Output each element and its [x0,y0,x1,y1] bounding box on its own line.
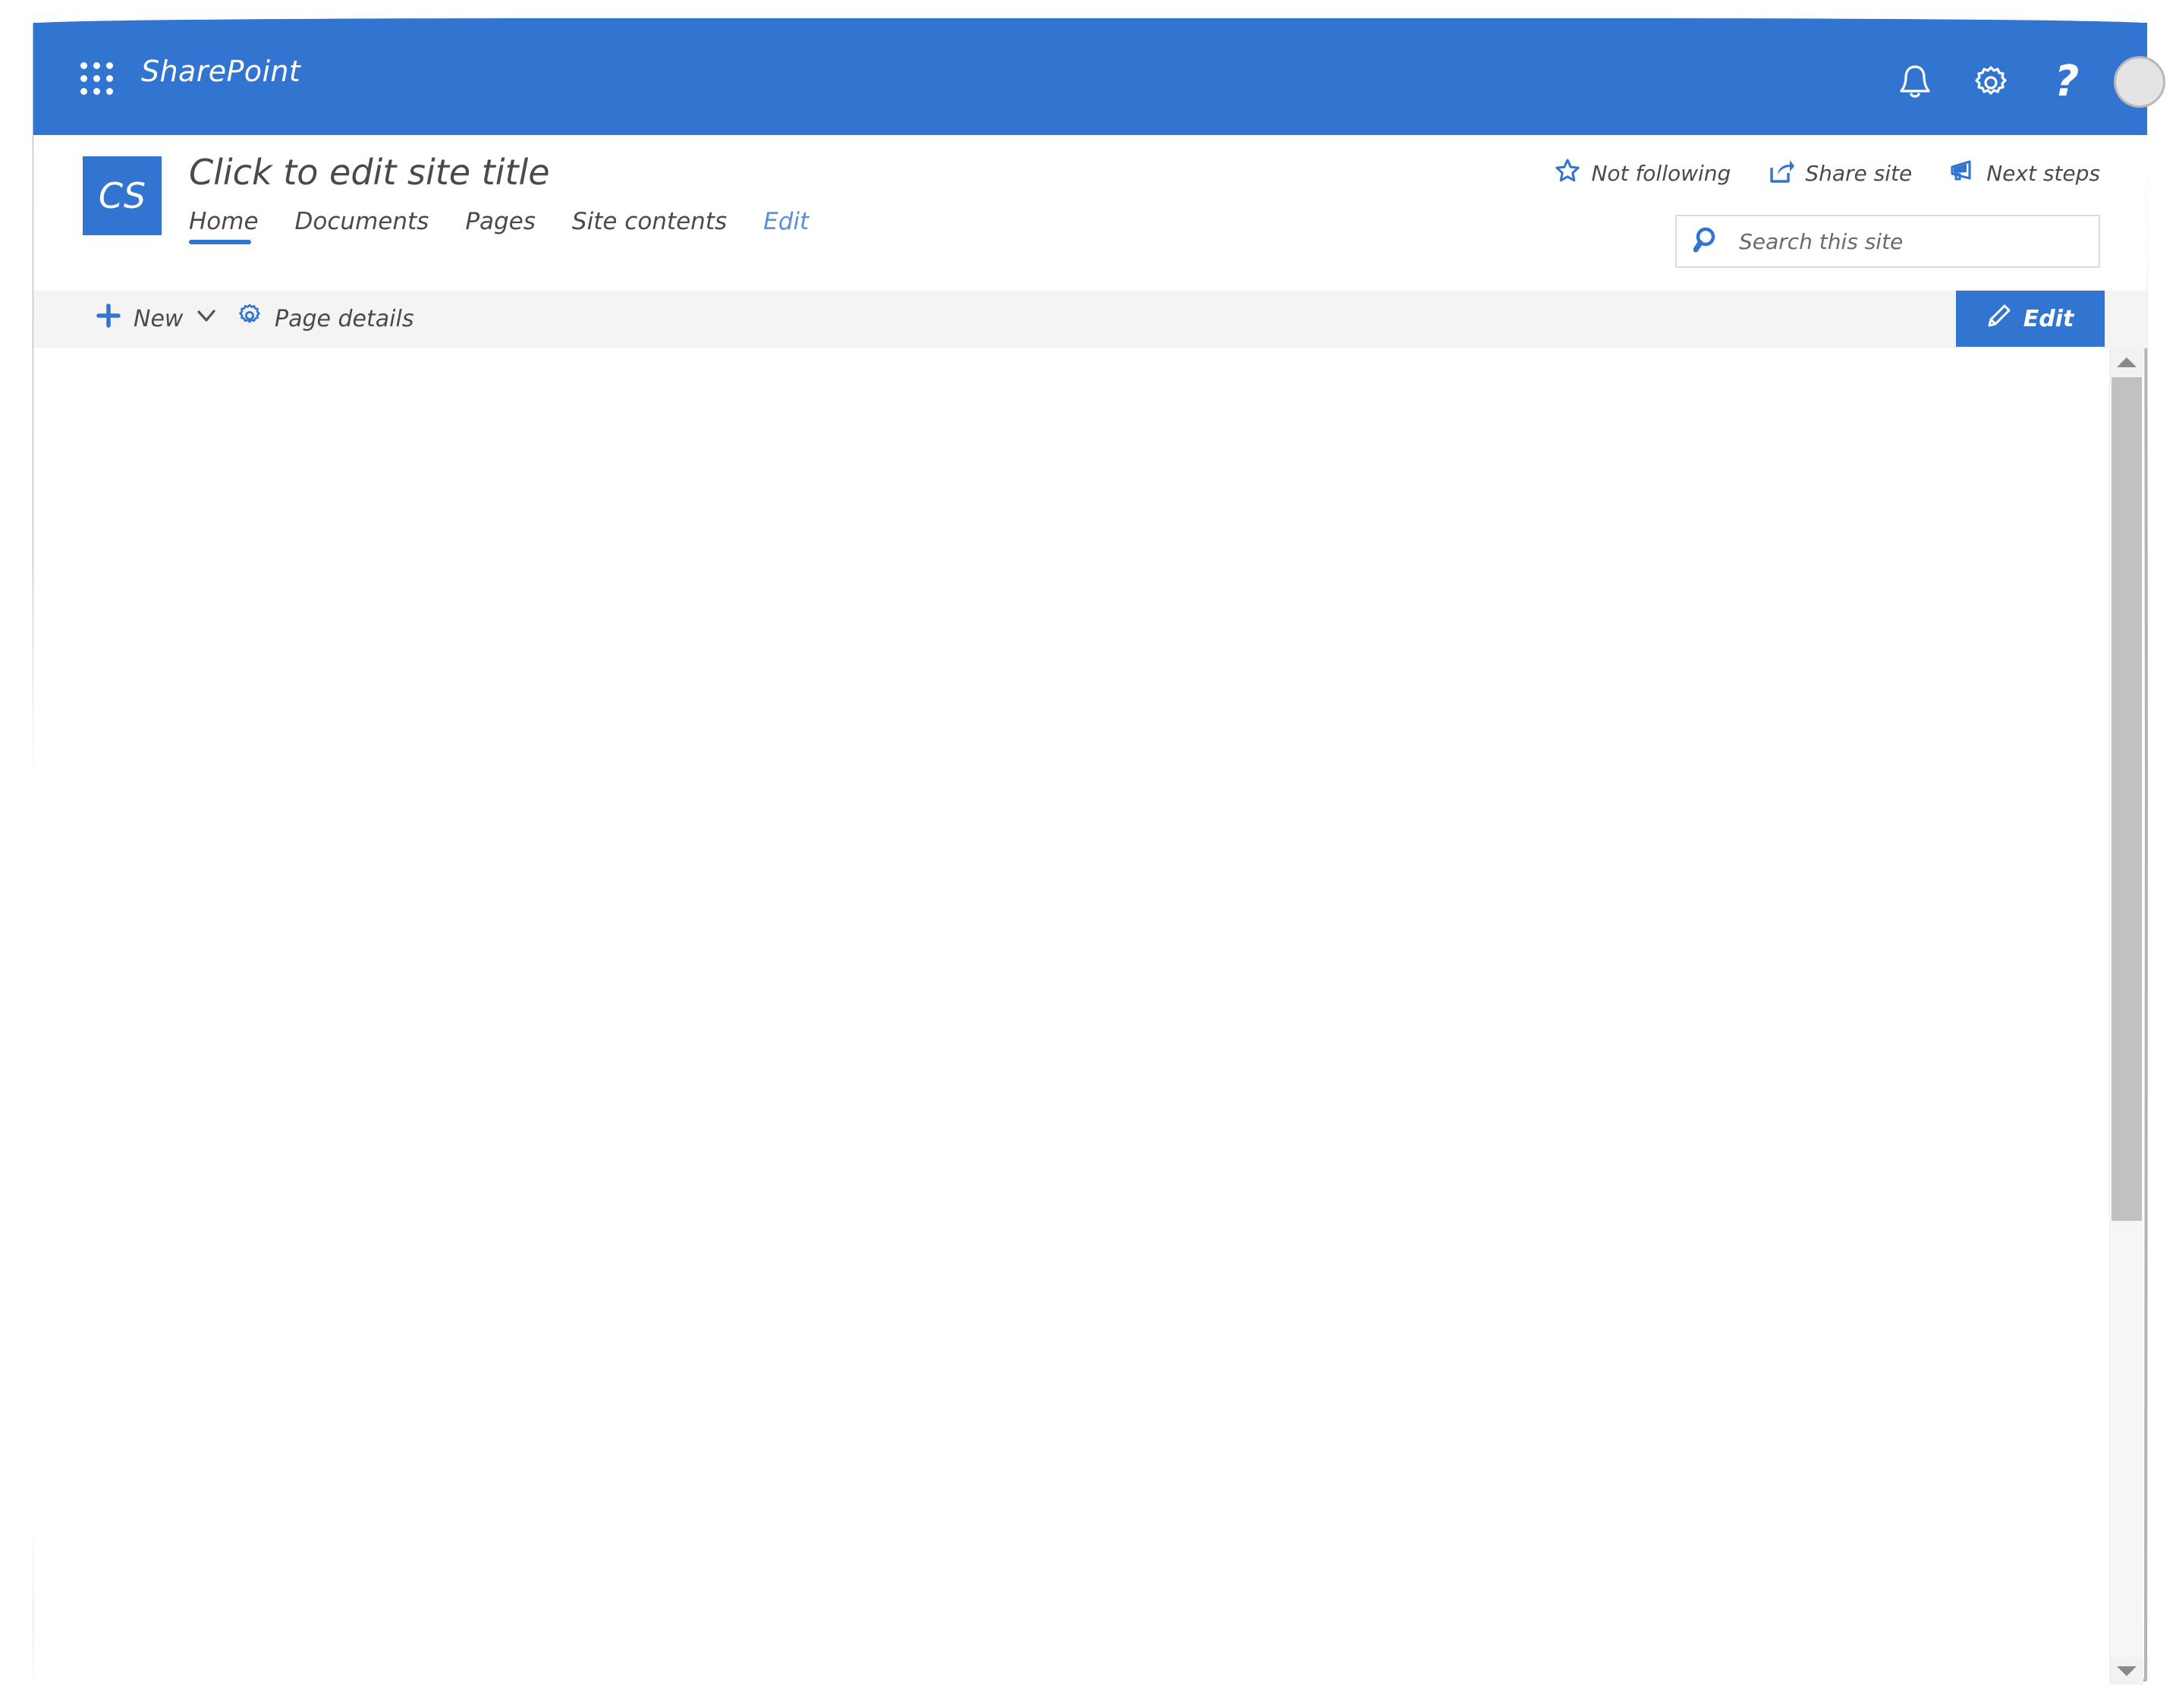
user-avatar[interactable] [2114,56,2165,108]
share-site-button[interactable]: Share site [1769,158,1912,189]
star-icon [1555,158,1580,189]
share-site-label: Share site [1805,161,1913,186]
page-details-label: Page details [275,305,414,332]
new-label: New [134,305,184,332]
next-steps-label: Next steps [1986,161,2100,186]
help-icon[interactable]: ? [2046,61,2088,103]
chevron-down-icon [195,304,218,333]
gear-icon [237,303,263,335]
suite-brand-title[interactable]: SharePoint [141,55,300,88]
not-following-label: Not following [1591,161,1731,186]
page-canvas[interactable] [33,348,2112,1684]
site-logo-tile[interactable]: CS [83,156,162,235]
new-button[interactable]: New [96,303,218,335]
command-bar: New Page details Edit [33,291,2147,352]
share-icon [1769,158,1795,189]
megaphone-icon [1950,158,1976,189]
nav-item-home[interactable]: Home [189,208,280,247]
page-details-button[interactable]: Page details [237,303,414,335]
site-navigation: Home Documents Pages Site contents Edit [189,208,845,247]
browser-page-frame: SharePoint ? CS Click to edit site title… [32,18,2165,1684]
nav-item-edit[interactable]: Edit [763,208,830,247]
search-icon [1693,225,1722,257]
scrollbar-up-arrow-icon[interactable] [2110,348,2143,376]
edit-button-label: Edit [2023,305,2074,332]
pencil-icon [1987,304,2011,334]
notifications-bell-icon[interactable] [1894,61,1936,103]
not-following-button[interactable]: Not following [1555,158,1731,189]
chevron-up-glyph [2117,357,2137,367]
search-input[interactable] [1737,228,2071,255]
app-launcher-waffle-icon[interactable] [80,62,114,96]
next-steps-button[interactable]: Next steps [1950,158,2100,189]
chevron-down-glyph [2117,1666,2137,1676]
edit-page-button[interactable]: Edit [1956,291,2105,347]
help-glyph: ? [2054,57,2080,106]
search-box[interactable] [1675,215,2100,268]
scrollbar-thumb[interactable] [2112,377,2142,1221]
scrollbar-down-arrow-icon[interactable] [2110,1657,2143,1684]
vertical-scrollbar[interactable] [2109,348,2143,1684]
suite-bar: SharePoint ? [33,18,2165,140]
site-title[interactable]: Click to edit site title [189,152,550,193]
settings-gear-icon[interactable] [1970,61,2012,103]
site-header-actions: Not following Share site Next steps [1517,158,2100,189]
plus-icon [96,303,121,335]
nav-item-pages[interactable]: Pages [465,208,557,247]
nav-item-documents[interactable]: Documents [295,208,451,247]
site-header: CS Click to edit site title Home Documen… [33,135,2147,291]
nav-item-site-contents[interactable]: Site contents [572,208,748,247]
